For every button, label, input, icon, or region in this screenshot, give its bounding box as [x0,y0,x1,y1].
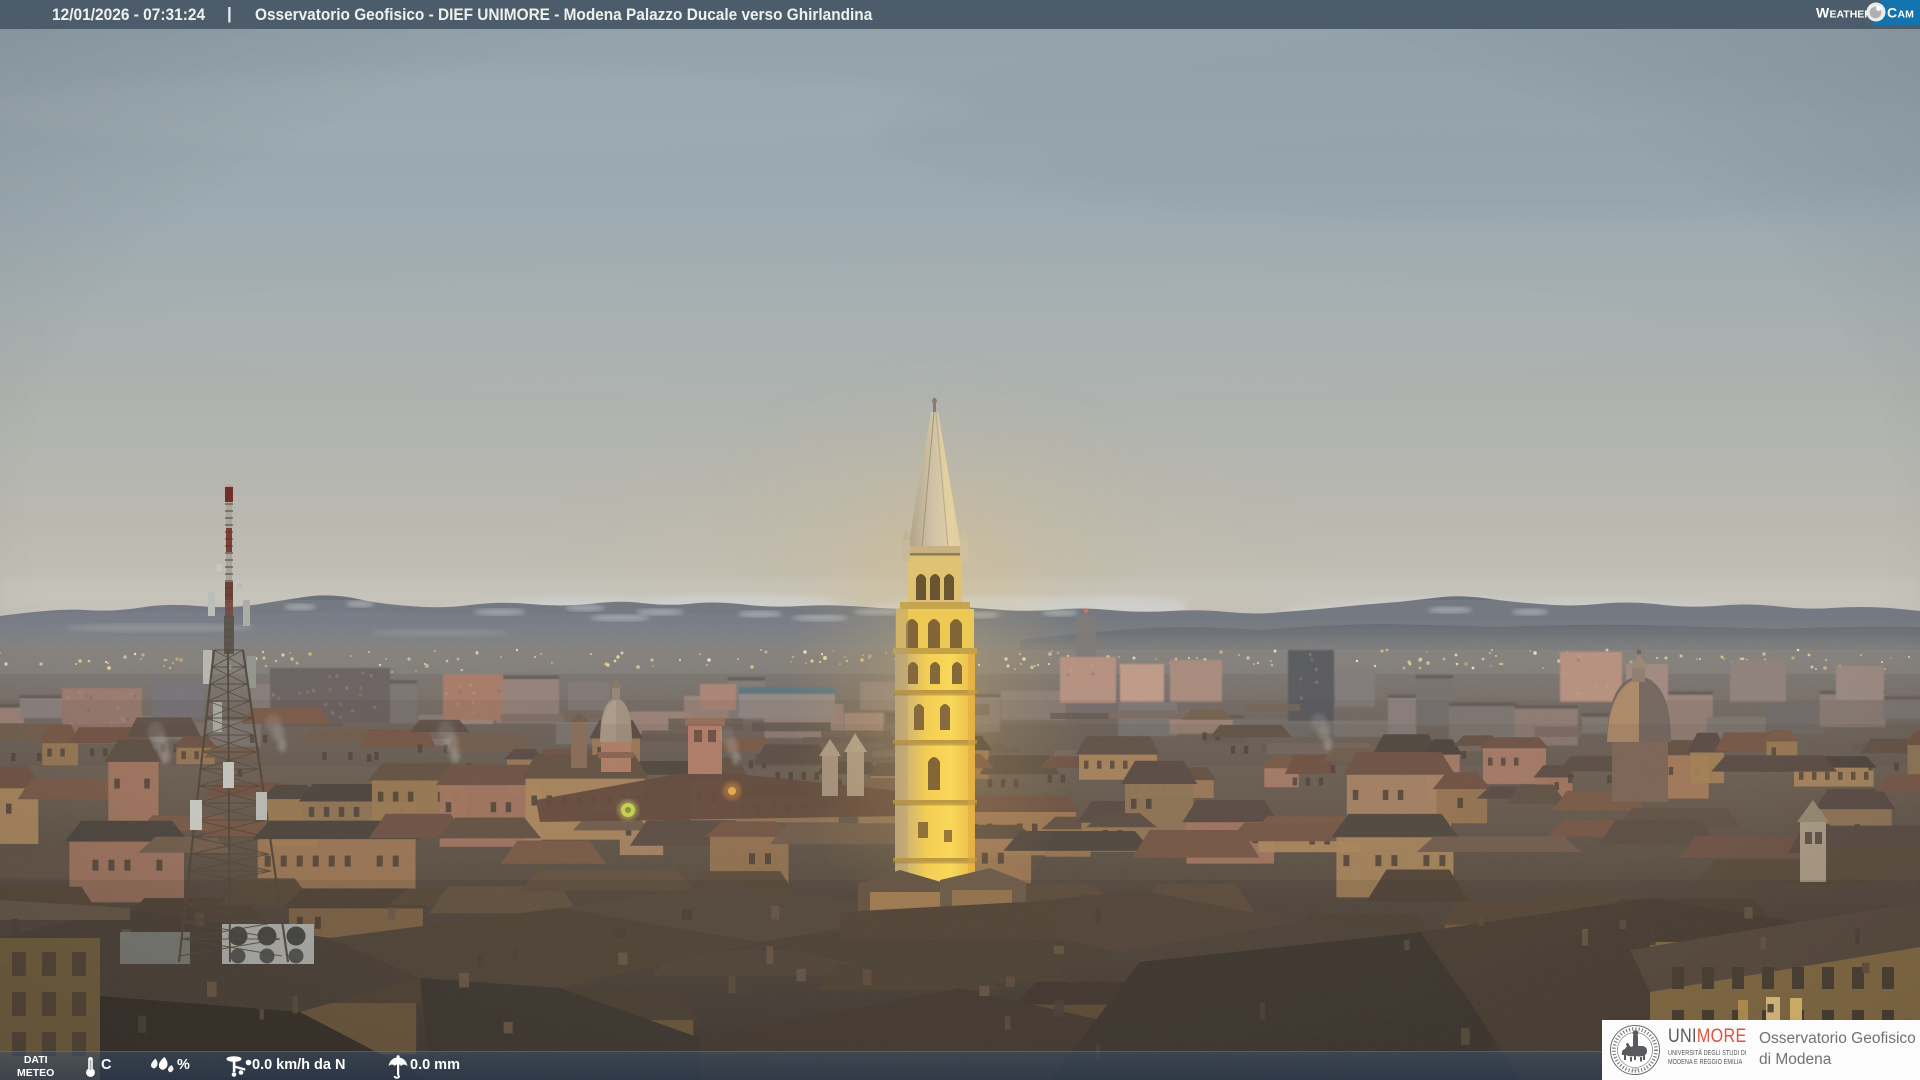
svg-text:EATHER: EATHER [1830,9,1873,21]
svg-text:1175: 1175 [1631,1067,1639,1072]
svg-text:C: C [1887,5,1897,21]
svg-text:AM: AM [1898,9,1915,21]
svg-text:W: W [1816,5,1830,21]
